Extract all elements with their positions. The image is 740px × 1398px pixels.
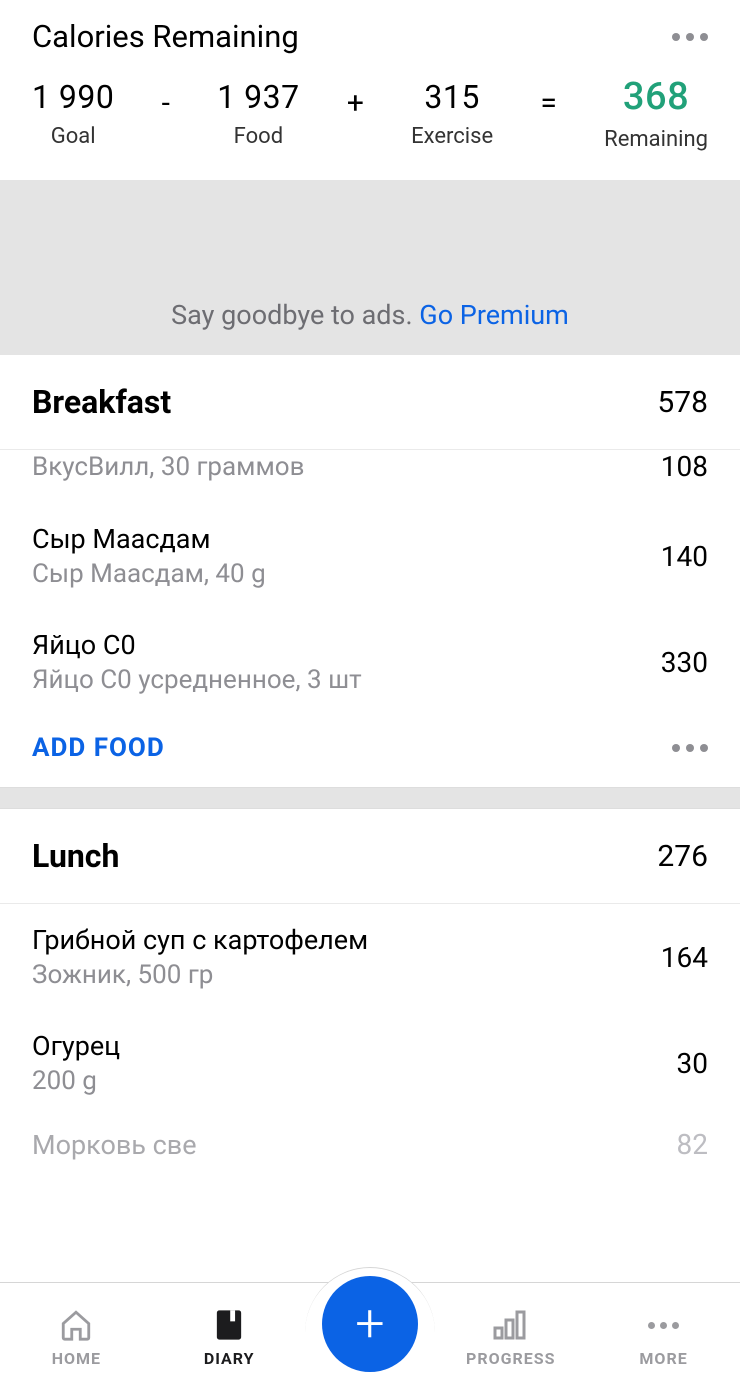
- food-item[interactable]: Сыр Маасдам Сыр Маасдам, 40 g 140: [0, 503, 740, 609]
- nav-progress[interactable]: PROGRESS: [451, 1307, 571, 1368]
- breakfast-total: 578: [657, 385, 708, 420]
- calories-summary: Calories Remaining 1 990 Goal - 1 937 Fo…: [0, 0, 740, 180]
- breakfast-header[interactable]: Breakfast 578: [0, 355, 740, 450]
- food-column: 1 937 Food: [217, 78, 299, 149]
- diary-icon: [214, 1307, 244, 1343]
- food-subtitle: ВкусВилл, 30 граммов: [32, 452, 304, 482]
- remaining-value: 368: [623, 75, 689, 119]
- remaining-column: 368 Remaining: [604, 75, 708, 152]
- go-premium-link[interactable]: Go Premium: [419, 299, 569, 331]
- home-icon: [59, 1307, 93, 1343]
- nav-more[interactable]: MORE: [604, 1307, 724, 1368]
- lunch-title: Lunch: [32, 837, 119, 875]
- breakfast-title: Breakfast: [32, 383, 171, 421]
- food-item[interactable]: Грибной суп с картофелем Зожник, 500 гр …: [0, 904, 740, 1010]
- food-item[interactable]: ВкусВилл, 30 граммов 108: [0, 450, 740, 503]
- ad-text: Say goodbye to ads.: [171, 299, 419, 331]
- nav-home[interactable]: HOME: [16, 1307, 136, 1368]
- food-value: 1 937: [217, 78, 299, 116]
- food-name: Грибной суп с картофелем: [32, 924, 368, 956]
- lunch-total: 276: [657, 839, 708, 874]
- summary-title: Calories Remaining: [32, 18, 299, 55]
- nav-progress-label: PROGRESS: [466, 1349, 555, 1368]
- food-subtitle: 200 g: [32, 1066, 120, 1096]
- exercise-value: 315: [424, 78, 479, 116]
- food-item[interactable]: Огурец 200 g 30: [0, 1010, 740, 1116]
- food-subtitle: Зожник, 500 гр: [32, 960, 368, 990]
- food-calories: 330: [661, 646, 708, 679]
- food-calories: 30: [677, 1047, 708, 1080]
- exercise-label: Exercise: [411, 124, 493, 149]
- summary-more-icon[interactable]: [672, 33, 708, 41]
- plus-icon: +: [355, 1293, 384, 1354]
- calorie-equation: 1 990 Goal - 1 937 Food + 315 Exercise =…: [32, 75, 708, 152]
- remaining-label: Remaining: [604, 127, 708, 152]
- food-calories-partial: 82: [677, 1128, 708, 1161]
- minus-operator: -: [162, 86, 170, 121]
- exercise-column: 315 Exercise: [411, 78, 493, 149]
- food-calories: 140: [661, 540, 708, 573]
- goal-column: 1 990 Goal: [32, 78, 114, 149]
- food-item[interactable]: Яйцо С0 Яйцо С0 усредненное, 3 шт 330: [0, 609, 740, 715]
- nav-diary[interactable]: DIARY: [169, 1307, 289, 1368]
- bottom-nav: HOME DIARY + PROGRESS MORE: [0, 1282, 740, 1392]
- food-item-partial[interactable]: Морковь све 82: [0, 1116, 740, 1161]
- food-calories: 108: [661, 450, 708, 483]
- add-food-button[interactable]: ADD FOOD: [32, 733, 165, 763]
- food-subtitle: Сыр Маасдам, 40 g: [32, 559, 266, 589]
- nav-more-label: MORE: [639, 1349, 687, 1368]
- equals-operator: =: [540, 86, 556, 121]
- progress-icon: [493, 1307, 529, 1343]
- goal-label: Goal: [51, 124, 96, 149]
- nav-home-label: HOME: [52, 1349, 101, 1368]
- food-label: Food: [234, 124, 283, 149]
- lunch-header[interactable]: Lunch 276: [0, 809, 740, 904]
- goal-value: 1 990: [32, 78, 114, 116]
- food-subtitle: Яйцо С0 усредненное, 3 шт: [32, 665, 362, 695]
- food-name: Огурец: [32, 1030, 120, 1062]
- food-calories: 164: [661, 941, 708, 974]
- section-separator: [0, 787, 740, 809]
- food-name: Сыр Маасдам: [32, 523, 266, 555]
- breakfast-actions: ADD FOOD: [0, 715, 740, 787]
- food-name: Яйцо С0: [32, 629, 362, 661]
- food-name-partial: Морковь све: [32, 1129, 197, 1161]
- ad-banner[interactable]: Say goodbye to ads. Go Premium: [0, 180, 740, 355]
- plus-operator: +: [347, 86, 364, 121]
- breakfast-more-icon[interactable]: [672, 744, 708, 752]
- more-icon: [648, 1307, 679, 1343]
- nav-diary-label: DIARY: [204, 1349, 255, 1368]
- add-button[interactable]: +: [322, 1276, 418, 1372]
